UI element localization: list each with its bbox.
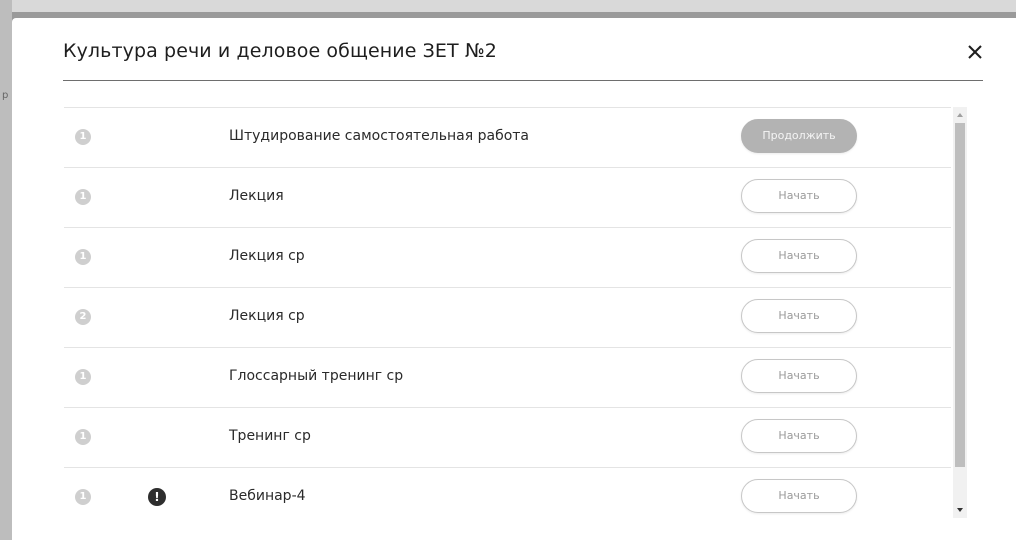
list-item: 1! Вебинар-4 Начать <box>64 467 951 518</box>
list-item: 2 Лекция ср Начать <box>64 287 951 347</box>
start-button[interactable]: Начать <box>741 359 857 393</box>
activity-title: Лекция <box>229 188 284 204</box>
backdrop <box>0 0 1016 12</box>
activity-title: Штудирование самостоятельная работа <box>229 128 530 144</box>
activity-list: 1 Штудирование самостоятельная работа Прод… <box>64 107 951 518</box>
attempt-count-badge: 1 <box>75 249 91 265</box>
attempt-count-badge: 1 <box>75 429 91 445</box>
activity-title: Лекция ср <box>229 308 305 324</box>
activity-title: Вебинар-4 <box>229 488 306 504</box>
attempt-count-badge: 1 <box>75 189 91 205</box>
start-button[interactable]: Начать <box>741 239 857 273</box>
modal-title: Культура речи и деловое общение ЗЕТ №2 <box>63 40 497 62</box>
start-button[interactable]: Начать <box>741 299 857 333</box>
scrollbar-thumb[interactable] <box>955 123 965 467</box>
activity-title: Лекция ср <box>229 248 305 264</box>
backdrop-text: р <box>2 90 9 101</box>
activity-title: Глоссарный тренинг ср <box>229 368 404 384</box>
list-item: 1 Глоссарный тренинг ср Начать <box>64 347 951 407</box>
warning-icon: ! <box>148 488 166 506</box>
list-item: 1 Тренинг ср Начать <box>64 407 951 467</box>
attempt-count-badge: 1 <box>75 369 91 385</box>
attempt-count-badge: 1 <box>75 489 91 505</box>
scrollbar[interactable] <box>953 107 967 518</box>
backdrop-edge <box>0 0 12 540</box>
scroll-down-arrow-icon[interactable] <box>953 502 967 518</box>
start-button[interactable]: Начать <box>741 419 857 453</box>
attempt-count-badge: 2 <box>75 309 91 325</box>
attempt-count-badge: 1 <box>75 129 91 145</box>
continue-button[interactable]: Продолжить <box>741 119 857 153</box>
list-item: 1 Лекция ср Начать <box>64 227 951 287</box>
activity-title: Тренинг ср <box>229 428 311 444</box>
modal-header: Культура речи и деловое общение ЗЕТ №2 <box>63 18 983 81</box>
start-button[interactable]: Начать <box>741 479 857 513</box>
course-modal: Культура речи и деловое общение ЗЕТ №2 1… <box>12 18 1016 540</box>
list-item: 1 Штудирование самостоятельная работа Прод… <box>64 107 951 167</box>
close-icon[interactable] <box>965 42 985 62</box>
list-item: 1 Лекция Начать <box>64 167 951 227</box>
start-button[interactable]: Начать <box>741 179 857 213</box>
scroll-up-arrow-icon[interactable] <box>953 107 967 123</box>
